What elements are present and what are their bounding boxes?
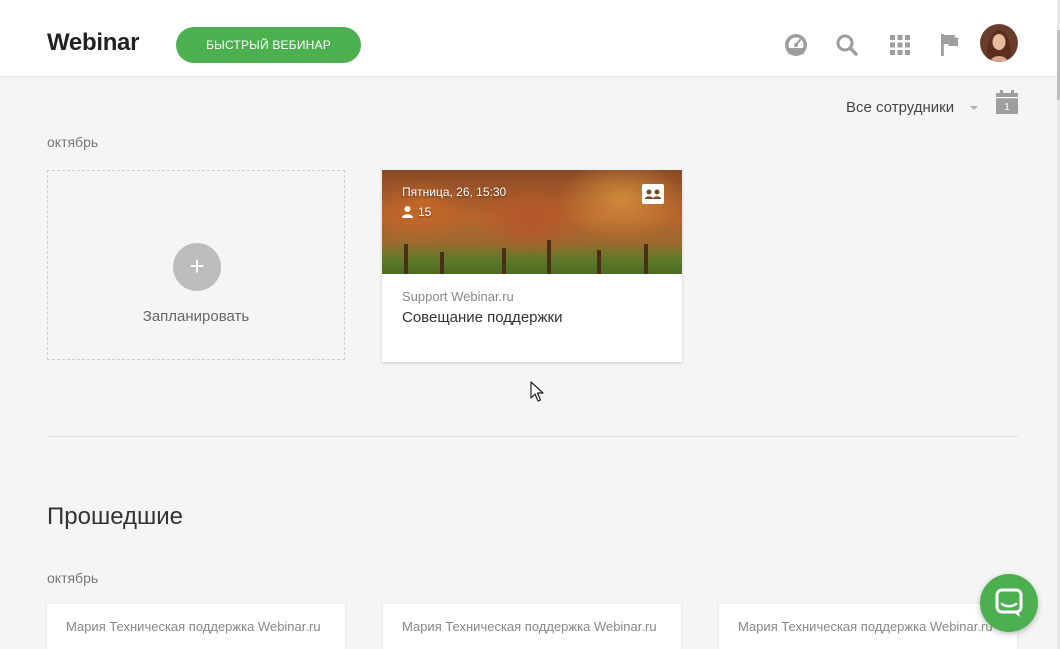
participants-count: 15 (402, 205, 431, 219)
event-organizer: Support Webinar.ru (402, 289, 514, 304)
dashboard-icon[interactable] (782, 31, 810, 59)
event-cover-image: Пятница, 26, 15:30 15 (382, 170, 682, 274)
schedule-label: Запланировать (142, 308, 250, 325)
schedule-webinar-card[interactable]: + Запланировать (47, 170, 345, 360)
event-card[interactable]: Пятница, 26, 15:30 15 Support Webinar.ru… (382, 170, 682, 362)
section-divider (47, 436, 1018, 437)
past-event-card[interactable]: Мария Техническая поддержка Webinar.ru (383, 604, 681, 649)
plus-icon: + (173, 243, 221, 291)
chat-icon (995, 588, 1023, 617)
user-avatar[interactable] (980, 24, 1018, 62)
person-icon (402, 206, 413, 218)
participants-value: 15 (418, 205, 432, 219)
past-event-card[interactable]: Мария Техническая поддержка Webinar.ru (47, 604, 345, 649)
past-event-card[interactable]: Мария Техническая поддержка Webinar.ru (719, 604, 1017, 649)
flag-icon[interactable] (936, 31, 964, 59)
month-label-past: октябрь (47, 570, 99, 586)
employee-filter-dropdown[interactable]: Все сотрудники (846, 99, 954, 116)
chevron-down-icon[interactable] (970, 106, 978, 110)
search-icon[interactable] (833, 31, 861, 59)
event-date: Пятница, 26, 15:30 (402, 185, 507, 199)
support-chat-button[interactable] (980, 574, 1038, 632)
calendar-day: 1 (1004, 102, 1010, 113)
past-event-organizer: Мария Техническая поддержка Webinar.ru (738, 619, 993, 634)
quick-webinar-button[interactable]: БЫСТРЫЙ ВЕБИНАР (176, 27, 361, 63)
event-title[interactable]: Совещание поддержки (402, 309, 562, 326)
past-event-organizer: Мария Техническая поддержка Webinar.ru (66, 619, 321, 634)
month-label-upcoming: октябрь (47, 134, 99, 150)
past-section-title: Прошедшие (47, 503, 184, 530)
top-header: Webinar БЫСТРЫЙ ВЕБИНАР (0, 0, 1058, 77)
past-event-organizer: Мария Техническая поддержка Webinar.ru (402, 619, 657, 634)
mouse-cursor-icon (530, 381, 544, 402)
meeting-type-icon (642, 184, 664, 204)
logo[interactable]: Webinar (47, 29, 139, 57)
calendar-icon[interactable]: 1 (996, 90, 1018, 114)
apps-grid-icon[interactable] (886, 31, 914, 59)
